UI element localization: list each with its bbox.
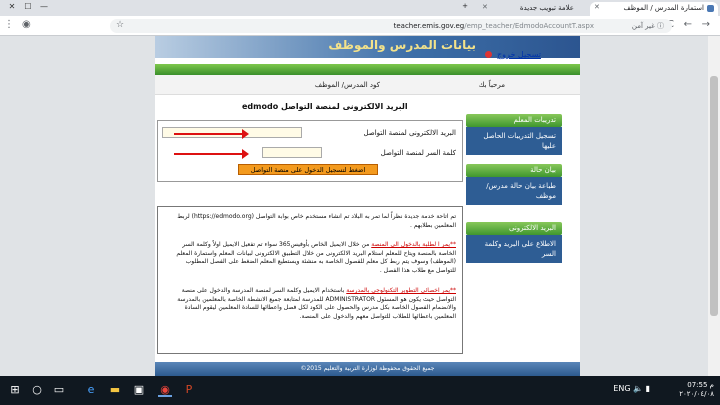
notes-paragraph-1: تم اتاحة خدمة جديدة نظراً لما تمر به الب… xyxy=(177,213,456,229)
profile-icon[interactable]: ◉ xyxy=(22,19,31,30)
system-tray-icons[interactable]: ENG 🔈 ▮ xyxy=(613,384,650,393)
welcome-text: مرحباً بك xyxy=(478,81,505,89)
omnibox[interactable]: ☆ teacher.emis.gov.eg/emp_teacher/Edmodo… xyxy=(110,19,672,33)
maximize-window-icon[interactable]: ☐ xyxy=(20,2,36,11)
start-icon[interactable]: ⊞ xyxy=(8,383,22,397)
security-label: غير آمن xyxy=(631,22,655,30)
clock-date: ٢٠٢٠/٠٤/٠٨ xyxy=(679,390,714,398)
section-title: البريد الالكترونى لمنصة التواصل edmodo xyxy=(242,102,408,111)
task-view-icon[interactable]: ▭ xyxy=(52,383,66,397)
sidebar-status-link[interactable]: طباعة بيان حالة مدرس/ موظف xyxy=(466,177,562,205)
notes-p3-head[interactable]: **يمر اخصائى التطوير التكنولوجى بالمدرسة xyxy=(346,287,456,294)
back-icon[interactable]: → xyxy=(702,19,710,30)
teacher-code-label: كود المدرس/ الموظف xyxy=(314,81,380,89)
lang-indicator[interactable]: ENG xyxy=(613,384,630,393)
edmodo-login-box: البريد الالكترونى لمنصة التواصل كلمة الس… xyxy=(157,120,463,182)
sidebar-email-head: البريد الالكترونى xyxy=(466,222,562,235)
security-indicator[interactable]: ⓘ غير آمن xyxy=(632,21,664,31)
network-icon[interactable]: ▮ xyxy=(646,384,650,393)
tab-label: استمارة المدرس / الموظف xyxy=(623,4,704,12)
browser-tab-strip: ✕ ☐ — استمارة المدرس / الموظف ✕ علامة تبوي… xyxy=(0,0,720,16)
tab-label: علامة تبويب جديدة xyxy=(519,4,574,12)
scroll-thumb[interactable] xyxy=(710,76,718,316)
site-favicon-icon xyxy=(707,5,714,12)
url-path: /emp_teacher/EdmodoAccountT.aspx xyxy=(464,22,594,30)
close-tab-icon[interactable]: ✕ xyxy=(482,3,488,11)
green-divider xyxy=(155,64,580,75)
notes-paragraph-2: **يمر ا لطلبة بالدخول الى المنصة من خلال… xyxy=(164,241,456,275)
notes-paragraph-3: **يمر اخصائى التطوير التكنولوجى بالمدرسة… xyxy=(164,287,456,321)
edge-icon[interactable]: e xyxy=(84,383,98,397)
windows-taskbar: ⊞ ○ ▭ e ▬ ▣ ◉ P ENG 🔈 ▮ 07:55 م ٢٠٢٠/٠٤/… xyxy=(0,376,720,405)
instructions-box: تم اتاحة خدمة جديدة نظراً لما تمر به الب… xyxy=(157,206,463,354)
menu-dots-icon[interactable]: ⋮ xyxy=(4,19,14,30)
url-text: teacher.emis.gov.eg/emp_teacher/EdmodoAc… xyxy=(394,22,594,30)
bookmark-star-icon[interactable]: ☆ xyxy=(116,20,124,30)
user-info-bar: مرحباً بك كود المدرس/ الموظف xyxy=(155,75,580,95)
file-explorer-icon[interactable]: ▬ xyxy=(108,383,122,397)
window-controls: ✕ ☐ — xyxy=(4,2,52,11)
sidebar-training: تدريبات المعلم تسجيل التدريبات الحاصل عل… xyxy=(466,114,562,155)
tab-teacher-form[interactable]: استمارة المدرس / الموظف ✕ xyxy=(590,2,718,16)
email-label: البريد الالكترونى لمنصة التواصل xyxy=(363,129,456,137)
password-label: كلمة السر لمنصة التواصل xyxy=(380,149,456,157)
sidebar-training-link[interactable]: تسجيل التدريبات الحاصل عليها xyxy=(466,127,562,155)
chrome-icon[interactable]: ◉ xyxy=(158,383,172,397)
red-arrow-password xyxy=(174,149,249,159)
logout-link[interactable]: تسجيل خروج xyxy=(497,50,541,59)
clock-time: 07:55 م xyxy=(687,381,714,389)
notes-p2-head[interactable]: **يمر ا لطلبة بالدخول الى المنصة xyxy=(371,241,456,248)
page-footer: جميع الحقوق محفوظة لوزارة التربية والتعل… xyxy=(155,362,580,376)
sidebar-status-head: بيان حالة xyxy=(466,164,562,177)
url-host: teacher.emis.gov.eg xyxy=(393,22,465,30)
red-arrow-email xyxy=(174,129,249,139)
page-scrollbar[interactable] xyxy=(708,36,720,376)
banner-title: بيانات المدرس والموظف xyxy=(328,38,476,52)
close-tab-icon[interactable]: ✕ xyxy=(594,3,600,11)
sidebar-email: البريد الالكترونى الاطلاع على البريد وكل… xyxy=(466,222,562,263)
store-icon[interactable]: ▣ xyxy=(132,383,146,397)
sidebar-email-link[interactable]: الاطلاع على البريد وكلمة السر xyxy=(466,235,562,263)
password-field[interactable] xyxy=(262,147,322,158)
page-viewport: بيانات المدرس والموظف تسجيل خروج مرحباً … xyxy=(0,36,720,376)
address-bar-row: ⋮ ◉ → ← C ⌂ ☆ teacher.emis.gov.eg/emp_te… xyxy=(0,16,720,36)
powerpoint-icon[interactable]: P xyxy=(182,383,196,397)
sidebar-training-head: تدريبات المعلم xyxy=(466,114,562,127)
page-content: بيانات المدرس والموظف تسجيل خروج مرحباً … xyxy=(155,36,580,376)
minimize-window-icon[interactable]: — xyxy=(36,2,52,11)
sidebar-status: بيان حالة طباعة بيان حالة مدرس/ موظف xyxy=(466,164,562,205)
logout-icon[interactable] xyxy=(485,51,492,58)
forward-icon[interactable]: ← xyxy=(684,19,692,30)
tab-new-tab[interactable]: علامة تبويب جديدة ✕ xyxy=(478,2,588,16)
close-window-icon[interactable]: ✕ xyxy=(4,2,20,11)
search-icon[interactable]: ○ xyxy=(30,383,44,397)
volume-icon[interactable]: 🔈 xyxy=(633,384,643,393)
new-tab-button[interactable]: + xyxy=(455,2,475,16)
edmodo-login-button[interactable]: اضغط لتسجيل الدخول على منصة التواصل xyxy=(238,164,378,175)
taskbar-clock[interactable]: 07:55 م ٢٠٢٠/٠٤/٠٨ xyxy=(679,381,714,399)
